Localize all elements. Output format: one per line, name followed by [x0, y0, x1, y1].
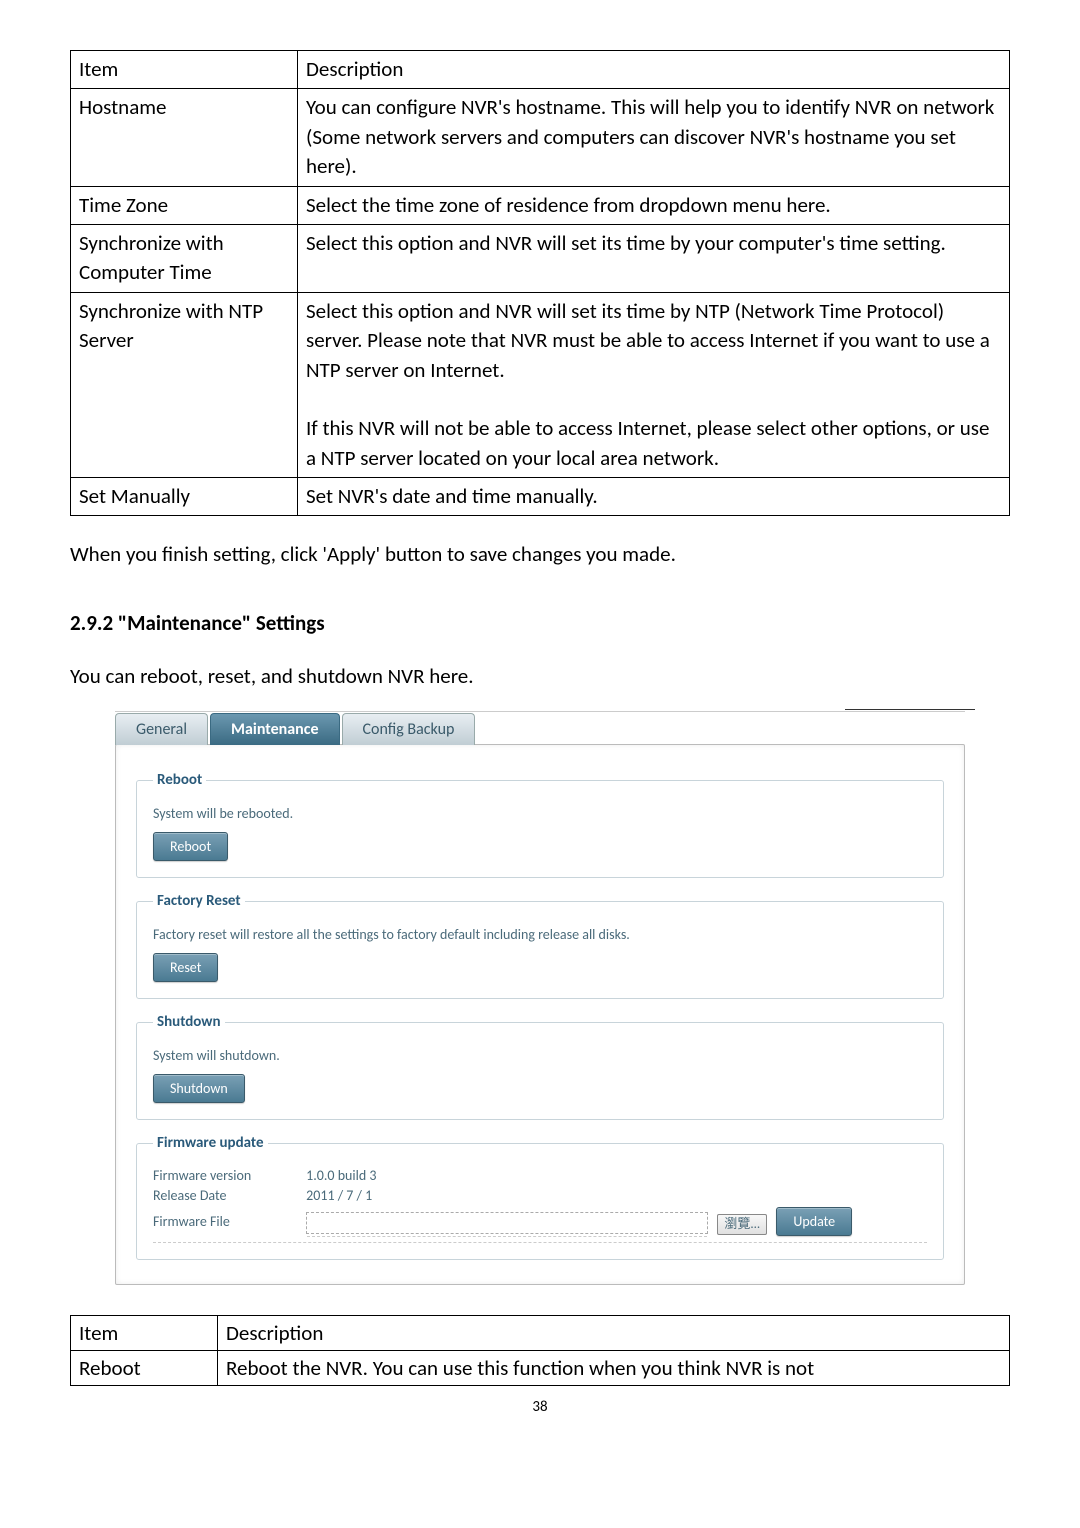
table-row: Synchronize with Computer Time — [71, 224, 298, 292]
factory-reset-fieldset: Factory Reset Factory reset will restore… — [136, 892, 944, 999]
release-date-row: Release Date 2011 / 7 / 1 — [153, 1187, 927, 1204]
firmware-version-label: Firmware version — [153, 1167, 303, 1184]
reset-button[interactable]: Reset — [153, 953, 218, 982]
reboot-fieldset: Reboot System will be rebooted. Reboot — [136, 771, 944, 878]
firmware-version-value: 1.0.0 build 3 — [306, 1167, 376, 1184]
tab-general[interactable]: General — [115, 713, 208, 745]
firmware-version-row: Firmware version 1.0.0 build 3 — [153, 1167, 927, 1184]
th-item: Item — [71, 1316, 218, 1351]
th-description: Description — [298, 51, 1010, 89]
tab-config-backup[interactable]: Config Backup — [342, 713, 476, 745]
th-item: Item — [71, 51, 298, 89]
table-row: Reboot — [71, 1351, 218, 1386]
table-row: Select the time zone of residence from d… — [298, 186, 1010, 224]
paragraph: You can reboot, reset, and shutdown NVR … — [70, 662, 1010, 691]
update-button[interactable]: Update — [776, 1207, 852, 1236]
reboot-legend: Reboot — [153, 771, 206, 789]
factory-reset-legend: Factory Reset — [153, 892, 245, 910]
firmware-file-row: Firmware File 瀏覽... Update — [153, 1207, 927, 1236]
table-row: Select this option and NVR will set its … — [298, 224, 1010, 292]
table-row: You can configure NVR's hostname. This w… — [298, 89, 1010, 186]
section-heading: 2.9.2 "Maintenance" Settings — [70, 610, 1010, 636]
reboot-button[interactable]: Reboot — [153, 832, 228, 861]
maintenance-screenshot: General Maintenance Config Backup Reboot… — [115, 711, 965, 1285]
shutdown-fieldset: Shutdown System will shutdown. Shutdown — [136, 1013, 944, 1120]
page-number: 38 — [70, 1398, 1010, 1416]
shutdown-text: System will shutdown. — [153, 1047, 927, 1064]
browse-button[interactable]: 瀏覽... — [717, 1214, 767, 1235]
shutdown-button[interactable]: Shutdown — [153, 1074, 245, 1103]
table-row: Select this option and NVR will set its … — [298, 292, 1010, 477]
settings-description-table: Item Description Hostname You can config… — [70, 50, 1010, 516]
table-row: Set Manually — [71, 478, 298, 516]
factory-reset-text: Factory reset will restore all the setti… — [153, 926, 927, 943]
release-date-value: 2011 / 7 / 1 — [306, 1187, 372, 1204]
reboot-text: System will be rebooted. — [153, 805, 927, 822]
table-row: Hostname — [71, 89, 298, 186]
table-row: Synchronize with NTP Server — [71, 292, 298, 477]
firmware-update-fieldset: Firmware update Firmware version 1.0.0 b… — [136, 1134, 944, 1260]
shutdown-legend: Shutdown — [153, 1013, 225, 1031]
table-row: Set NVR's date and time manually. — [298, 478, 1010, 516]
firmware-file-input[interactable] — [306, 1212, 708, 1234]
firmware-update-legend: Firmware update — [153, 1134, 268, 1152]
decorative-divider — [153, 1242, 927, 1243]
tab-maintenance[interactable]: Maintenance — [210, 713, 339, 745]
paragraph: When you finish setting, click 'Apply' b… — [70, 540, 1010, 569]
maintenance-panel: Reboot System will be rebooted. Reboot F… — [115, 744, 965, 1285]
th-description: Description — [218, 1316, 1010, 1351]
table-row: Reboot the NVR. You can use this functio… — [218, 1351, 1010, 1386]
decorative-line — [845, 709, 975, 710]
release-date-label: Release Date — [153, 1187, 303, 1204]
firmware-file-label: Firmware File — [153, 1213, 303, 1230]
tab-bar: General Maintenance Config Backup — [115, 713, 965, 745]
table-row: Time Zone — [71, 186, 298, 224]
reboot-description-table: Item Description Reboot Reboot the NVR. … — [70, 1315, 1010, 1386]
